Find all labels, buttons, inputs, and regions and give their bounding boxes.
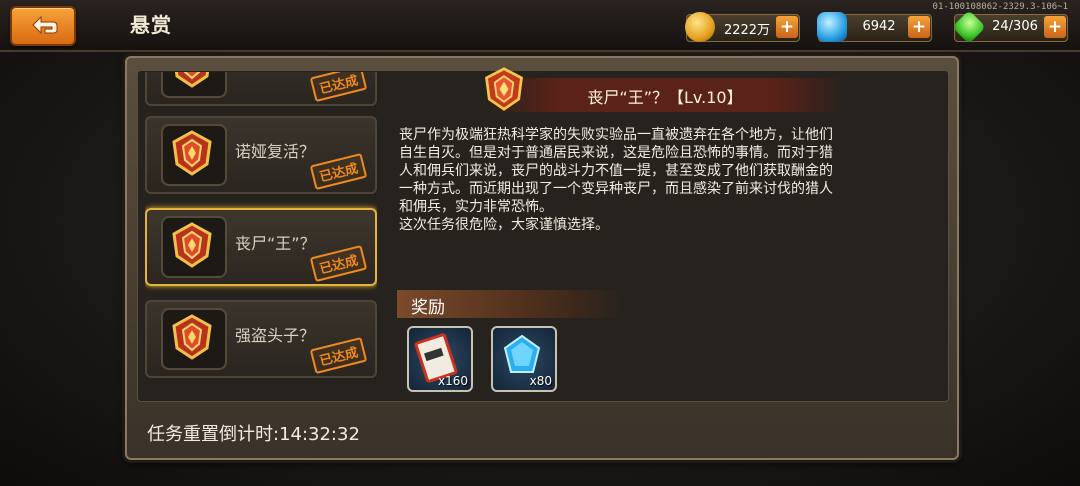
page-title: 悬赏: [130, 13, 172, 37]
reward-item-crystal[interactable]: x80: [491, 326, 557, 392]
completed-stamp: 已达成: [309, 336, 368, 375]
add-energy-button[interactable]: +: [1044, 16, 1066, 38]
gem-value: 6942: [862, 19, 896, 34]
completed-stamp: 已达成: [309, 244, 368, 283]
medal-icon: [172, 222, 212, 268]
reset-timer: 任务重置倒计时:14:32:32: [147, 424, 360, 445]
quest-name: 丧尸“王”？: [235, 234, 316, 253]
quest-item[interactable]: 已达成: [145, 72, 377, 106]
quest-description: 丧尸作为极端狂热科学家的失败实验品一直被遗弃在各个地方，让他们 自生自灭。但是对…: [399, 127, 833, 233]
reward-label: 奖励: [411, 298, 445, 318]
back-arrow-icon: [32, 15, 58, 35]
quest-list[interactable]: 已达成 诺娅复活？ 已达成 丧尸“王”？ 已达成 强盗头子？ 已达成: [145, 72, 377, 398]
gold-coin-icon: [685, 12, 715, 42]
version-text: 01-100108062-2329.3-106~1: [932, 2, 1068, 12]
quest-emblem: [161, 124, 227, 186]
quest-emblem: [161, 308, 227, 370]
quest-item-selected[interactable]: 丧尸“王”？ 已达成: [145, 208, 377, 286]
gem-counter: 6942 +: [817, 12, 932, 42]
quest-emblem: [161, 72, 227, 98]
quest-name: 强盗头子？: [235, 326, 316, 345]
back-button[interactable]: [10, 6, 76, 46]
medal-icon: [174, 72, 210, 88]
reward-header: 奖励: [397, 290, 627, 318]
reward-count: x160: [437, 374, 468, 388]
completed-stamp: 已达成: [309, 152, 368, 191]
top-bar: 悬赏 01-100108062-2329.3-106~1 2222万 + 694…: [0, 0, 1080, 52]
reward-item-ticket[interactable]: x160: [407, 326, 473, 392]
detail-title: 丧尸“王”？【Lv.10】: [587, 88, 743, 107]
medal-icon: [172, 314, 212, 360]
completed-stamp: 已达成: [309, 72, 368, 103]
medal-icon: [172, 130, 212, 176]
add-gem-button[interactable]: +: [908, 16, 930, 38]
green-energy-icon: [952, 10, 986, 44]
bounty-panel: 已达成 诺娅复活？ 已达成 丧尸“王”？ 已达成 强盗头子？ 已达成 丧尸“王”…: [125, 56, 959, 460]
detail-header: 丧尸“王”？【Lv.10】: [485, 78, 845, 112]
quest-item[interactable]: 强盗头子？ 已达成: [145, 300, 377, 378]
add-gold-button[interactable]: +: [776, 16, 798, 38]
quest-detail: 丧尸“王”？【Lv.10】 丧尸作为极端狂热科学家的失败实验品一直被遗弃在各个地…: [385, 67, 941, 398]
quest-emblem: [161, 216, 227, 278]
gold-counter: 2222万 +: [685, 12, 800, 42]
energy-value: 24/306: [992, 19, 1038, 34]
reward-count: x80: [529, 374, 552, 388]
gold-value: 2222万: [723, 23, 771, 38]
blue-gem-icon: [817, 12, 847, 42]
quest-item[interactable]: 诺娅复活？ 已达成: [145, 116, 377, 194]
detail-medal-icon: [485, 67, 523, 111]
energy-counter: 24/306 +: [952, 10, 1068, 44]
quest-name: 诺娅复活？: [235, 142, 316, 161]
